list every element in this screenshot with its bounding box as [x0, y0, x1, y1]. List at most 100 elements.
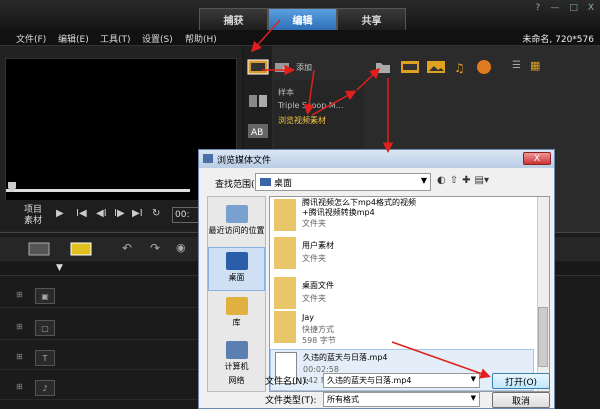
look-in-select[interactable]: 桌面 ▼ [255, 173, 431, 191]
mode-tabs: 捕获 编辑 共享 [199, 8, 407, 30]
place-desktop[interactable]: 桌面 [208, 247, 265, 291]
list-view-icon[interactable]: ☰ [512, 60, 521, 71]
import-folder-icon[interactable] [375, 60, 391, 74]
svg-text:AB: AB [251, 128, 263, 138]
overlay-track: ⊞ ▢ [0, 318, 200, 340]
record-icon[interactable]: ◉ [176, 241, 186, 254]
file-type: 文件夹 [302, 294, 326, 303]
back-icon[interactable]: ◐ [437, 175, 446, 186]
file-item[interactable]: 用户素材 文件夹 [270, 235, 534, 277]
track-toggle-icon[interactable]: ⊞ [16, 322, 28, 334]
go-end-icon[interactable]: ▶I [132, 208, 143, 219]
filetype-label: 文件类型(T): [265, 396, 317, 406]
svg-text:♫: ♫ [454, 61, 465, 74]
menu-tools[interactable]: 工具(T) [100, 32, 131, 45]
menu-help[interactable]: 帮助(H) [185, 32, 217, 45]
close-icon[interactable]: X [588, 3, 594, 13]
place-label: 最近访问的位置 [208, 226, 265, 235]
title-track-icon: T [35, 350, 55, 366]
playhead-icon[interactable]: ▼ [56, 263, 63, 273]
redo-icon[interactable]: ↷ [150, 241, 160, 255]
dialog-close-button[interactable]: X [523, 152, 551, 165]
maximize-icon[interactable]: □ [569, 3, 578, 13]
title-track: ⊞ T [0, 348, 200, 370]
file-list: 腾讯视频怎么下mp4格式的视频 +腾讯视频转换mp4 文件夹 用户素材 文件夹 … [269, 196, 550, 392]
dialog-app-icon [203, 154, 213, 163]
track-toggle-icon[interactable]: ⊞ [16, 290, 28, 302]
title-icon[interactable]: AB [247, 122, 269, 140]
prev-frame-icon[interactable]: ◀I [96, 208, 107, 219]
shortcut-folder-icon [274, 311, 296, 343]
minimize-icon[interactable]: — [550, 3, 559, 13]
dialog-nav-buttons: ◐ ⇧ ✚ ▤▾ [437, 175, 489, 186]
view-menu-icon[interactable]: ▤▾ [475, 175, 489, 186]
file-type: 文件夹 [302, 219, 326, 228]
add-label[interactable]: 添加 [296, 62, 312, 73]
storyboard-view-icon[interactable] [28, 241, 50, 257]
next-frame-icon[interactable]: I▶ [114, 208, 125, 219]
up-folder-icon[interactable]: ⇧ [450, 175, 458, 186]
grid-view-icon[interactable]: ▦ [530, 59, 540, 72]
tree-item-browse-video[interactable]: 浏览视频素材 [278, 115, 326, 126]
filetype-value: 所有格式 [327, 395, 359, 404]
show-videos-icon[interactable] [400, 60, 420, 74]
tree-item-samples[interactable]: 样本 [278, 87, 294, 98]
folder-icon [274, 199, 296, 231]
go-start-icon[interactable]: I◀ [76, 208, 87, 219]
project-clip-toggle[interactable]: 项目 素材 [24, 205, 42, 227]
media-icon[interactable] [247, 58, 269, 76]
file-list-scrollbar[interactable] [537, 197, 549, 391]
flash-icon[interactable] [476, 59, 492, 75]
add-folder-icon[interactable]: + [272, 60, 294, 74]
window-controls: ? — □ X [536, 3, 594, 13]
clip-label: 素材 [24, 216, 43, 226]
undo-icon[interactable]: ↶ [122, 241, 132, 255]
timeline-view-icon[interactable] [70, 241, 92, 257]
video-track: ⊞ ▣ [0, 286, 200, 308]
scroll-thumb[interactable] [538, 307, 548, 367]
file-item[interactable]: 腾讯视频怎么下mp4格式的视频 +腾讯视频转换mp4 文件夹 [270, 197, 534, 239]
tree-item-triple-scoop[interactable]: Triple Scoop M... [278, 101, 343, 110]
chevron-down-icon: ▼ [420, 176, 427, 185]
place-network[interactable]: 网络 [208, 375, 265, 393]
tab-share[interactable]: 共享 [337, 8, 406, 30]
new-folder-icon[interactable]: ✚ [462, 175, 470, 186]
audio-track: ⊞ ♪ [0, 378, 200, 400]
dialog-title: 浏览媒体文件 [217, 156, 272, 166]
help-icon[interactable]: ? [536, 3, 541, 13]
tab-edit[interactable]: 编辑 [268, 8, 337, 30]
track-toggle-icon[interactable]: ⊞ [16, 352, 28, 364]
filetype-select[interactable]: 所有格式 ▼ [323, 392, 480, 407]
open-button[interactable]: 打开(O) [492, 373, 550, 389]
chevron-down-icon[interactable]: ▼ [471, 375, 476, 383]
show-photos-icon[interactable] [426, 60, 446, 74]
place-libraries[interactable]: 库 [208, 293, 265, 337]
track-toggle-icon[interactable]: ⊞ [16, 382, 28, 394]
menu-file[interactable]: 文件(F) [16, 32, 46, 45]
audio-track-icon: ♪ [35, 380, 55, 396]
dialog-title-bar[interactable]: 浏览媒体文件 X [199, 150, 554, 168]
menu-edit[interactable]: 编辑(E) [58, 32, 89, 45]
svg-text:+: + [282, 64, 290, 74]
transition-icon[interactable] [247, 92, 269, 110]
play-icon[interactable]: ▶ [56, 208, 64, 219]
filename-label: 文件名(N): [265, 377, 309, 387]
file-type: 快捷方式 [302, 325, 334, 334]
menu-settings[interactable]: 设置(S) [142, 32, 173, 45]
place-recent[interactable]: 最近访问的位置 [208, 201, 265, 245]
show-audio-icon[interactable]: ♫ [452, 60, 468, 74]
overlay-track-icon: ▢ [35, 320, 55, 336]
file-name: Jay [302, 313, 314, 322]
file-type: 文件夹 [302, 254, 326, 263]
filename-input[interactable]: 久违的蓝天与日落.mp4 ▼ [323, 373, 480, 388]
chevron-down-icon[interactable]: ▼ [471, 394, 476, 402]
libraries-icon [225, 297, 248, 315]
repeat-icon[interactable]: ↻ [152, 208, 160, 219]
file-name: 久违的蓝天与日落.mp4 [303, 353, 388, 362]
file-name: 腾讯视频怎么下mp4格式的视频 +腾讯视频转换mp4 [302, 198, 416, 217]
video-track-icon: ▣ [35, 288, 55, 304]
cancel-button[interactable]: 取消 [492, 392, 550, 408]
file-item[interactable]: Jay 快捷方式 598 字节 [270, 309, 534, 351]
tab-capture[interactable]: 捕获 [199, 8, 268, 30]
scrub-bar[interactable] [6, 189, 190, 192]
